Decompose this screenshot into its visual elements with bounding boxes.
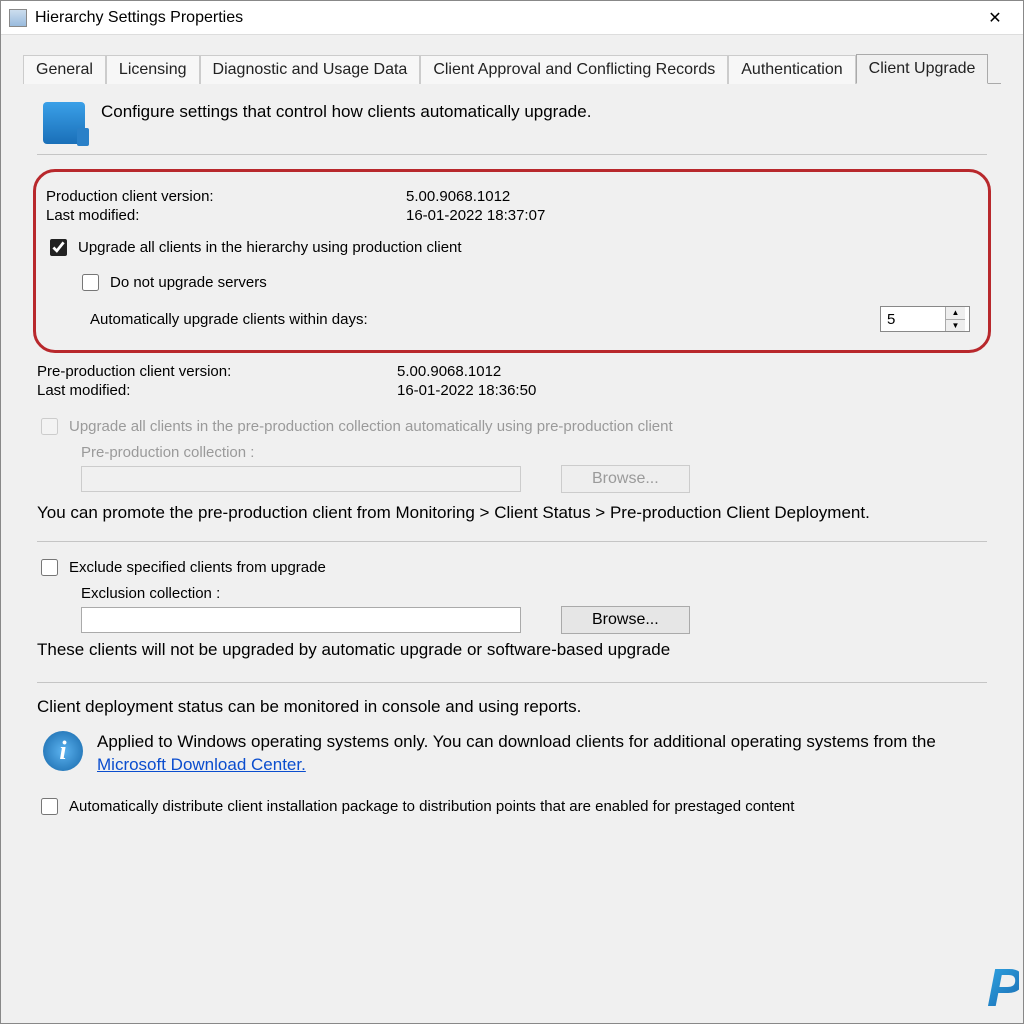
auto-days-input[interactable] — [881, 307, 945, 331]
production-modified-label: Last modified: — [46, 207, 406, 224]
tab-authentication[interactable]: Authentication — [728, 55, 855, 84]
production-version-label: Production client version: — [46, 188, 406, 205]
auto-distribute-row: Automatically distribute client installa… — [37, 795, 987, 818]
dialog-window: Hierarchy Settings Properties ✕ General … — [0, 0, 1024, 1024]
window-title: Hierarchy Settings Properties — [35, 9, 975, 27]
info-icon: i — [43, 731, 83, 771]
preprod-version-label: Pre-production client version: — [37, 363, 397, 380]
production-version-value: 5.00.9068.1012 — [406, 188, 510, 205]
exclusion-collection-input[interactable] — [81, 607, 521, 633]
preprod-collection-label: Pre-production collection : — [81, 444, 987, 461]
exclusion-note: These clients will not be upgraded by au… — [37, 640, 987, 660]
upgrade-all-checkbox[interactable] — [50, 239, 67, 256]
divider — [37, 154, 987, 155]
preprod-version-value: 5.00.9068.1012 — [397, 363, 501, 380]
production-modified-value: 16-01-2022 18:37:07 — [406, 207, 545, 224]
info-text-prefix: Applied to Windows operating systems onl… — [97, 732, 936, 751]
tab-client-upgrade[interactable]: Client Upgrade — [856, 54, 989, 84]
exclude-checkbox[interactable] — [41, 559, 58, 576]
tab-diagnostic[interactable]: Diagnostic and Usage Data — [200, 55, 421, 84]
spinner-down[interactable]: ▼ — [946, 320, 965, 332]
deployment-status-note: Client deployment status can be monitore… — [37, 697, 987, 717]
titlebar: Hierarchy Settings Properties ✕ — [1, 1, 1023, 35]
preprod-upgrade-all-row: Upgrade all clients in the pre-productio… — [37, 415, 987, 438]
production-highlight: Production client version: 5.00.9068.101… — [33, 169, 991, 353]
divider-3 — [37, 682, 987, 683]
tab-licensing[interactable]: Licensing — [106, 55, 200, 84]
do-not-upgrade-servers-checkbox[interactable] — [82, 274, 99, 291]
preprod-collection-block: Pre-production collection : Browse... — [81, 444, 987, 493]
tab-content: Configure settings that control how clie… — [23, 84, 1001, 818]
exclusion-collection-block: Exclusion collection : Browse... — [81, 585, 987, 634]
auto-days-label: Automatically upgrade clients within day… — [90, 311, 880, 328]
upgrade-all-label: Upgrade all clients in the hierarchy usi… — [78, 239, 462, 256]
info-text: Applied to Windows operating systems onl… — [97, 731, 987, 777]
spinner-up[interactable]: ▲ — [946, 307, 965, 320]
app-icon — [9, 9, 27, 27]
preprod-version-row: Pre-production client version: 5.00.9068… — [37, 363, 987, 380]
divider-2 — [37, 541, 987, 542]
auto-distribute-checkbox[interactable] — [41, 798, 58, 815]
tab-client-approval[interactable]: Client Approval and Conflicting Records — [420, 55, 728, 84]
tabstrip: General Licensing Diagnostic and Usage D… — [23, 53, 1001, 84]
do-not-upgrade-servers-row: Do not upgrade servers — [78, 271, 970, 294]
info-row: i Applied to Windows operating systems o… — [37, 731, 987, 777]
intro-text: Configure settings that control how clie… — [101, 102, 591, 122]
exclude-label: Exclude specified clients from upgrade — [69, 559, 326, 576]
auto-days-row: Automatically upgrade clients within day… — [90, 306, 970, 332]
exclude-row: Exclude specified clients from upgrade — [37, 556, 987, 579]
production-modified-row: Last modified: 16-01-2022 18:37:07 — [46, 207, 970, 224]
production-version-row: Production client version: 5.00.9068.101… — [46, 188, 970, 205]
preprod-upgrade-all-checkbox — [41, 418, 58, 435]
server-icon — [43, 102, 85, 144]
preprod-browse-button: Browse... — [561, 465, 690, 493]
close-button[interactable]: ✕ — [975, 6, 1015, 30]
watermark: P — [987, 957, 1019, 1019]
preprod-collection-input — [81, 466, 521, 492]
exclusion-browse-button[interactable]: Browse... — [561, 606, 690, 634]
preprod-modified-label: Last modified: — [37, 382, 397, 399]
preprod-modified-row: Last modified: 16-01-2022 18:36:50 — [37, 382, 987, 399]
intro-row: Configure settings that control how clie… — [37, 102, 987, 144]
spinner-arrows: ▲ ▼ — [945, 307, 965, 331]
preprod-promote-note: You can promote the pre-production clien… — [37, 503, 987, 523]
preprod-upgrade-all-label: Upgrade all clients in the pre-productio… — [69, 418, 673, 435]
auto-days-spinner: ▲ ▼ — [880, 306, 970, 332]
auto-distribute-label: Automatically distribute client installa… — [69, 798, 794, 815]
do-not-upgrade-servers-label: Do not upgrade servers — [110, 274, 267, 291]
dialog-body: General Licensing Diagnostic and Usage D… — [1, 35, 1023, 818]
upgrade-all-row: Upgrade all clients in the hierarchy usi… — [46, 236, 970, 259]
preprod-modified-value: 16-01-2022 18:36:50 — [397, 382, 536, 399]
tab-general[interactable]: General — [23, 55, 106, 84]
download-center-link[interactable]: Microsoft Download Center. — [97, 755, 306, 774]
exclusion-collection-label: Exclusion collection : — [81, 585, 987, 602]
